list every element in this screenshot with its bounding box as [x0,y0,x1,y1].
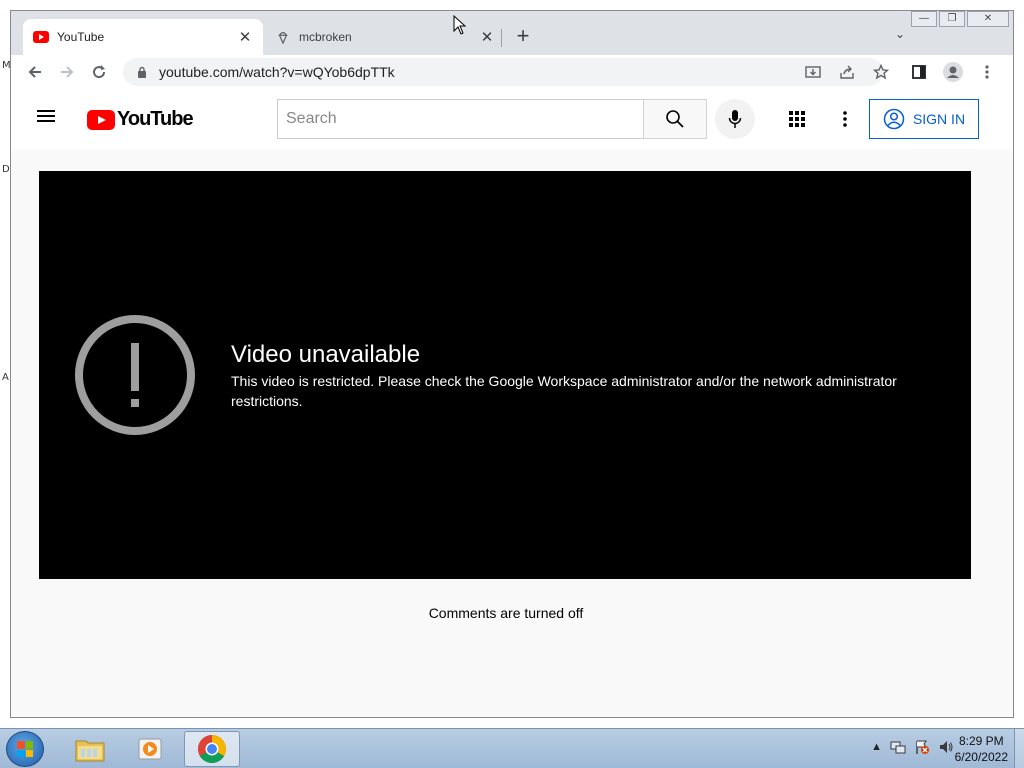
error-title: Video unavailable [231,341,421,368]
tab-youtube[interactable]: YouTube ✕ [23,19,263,55]
microphone-icon [728,110,742,128]
back-arrow-icon [28,66,41,78]
share-icon[interactable] [831,58,863,86]
browser-toolbar: youtube.com/watch?v=wQYob6dpTTk [11,55,1013,89]
tab-close-icon[interactable]: ✕ [237,28,253,46]
tab-mcbroken[interactable]: mcbroken ✕ [265,19,505,55]
folder-icon [75,740,105,762]
url-text: youtube.com/watch?v=wQYob6dpTTk [159,64,395,80]
tab-strip: YouTube ✕ mcbroken ✕ + ⌄ [11,11,1013,55]
system-tray: ▲ [871,739,954,755]
volume-icon[interactable] [938,739,954,755]
clock-date: 6/20/2022 [954,750,1008,764]
profile-avatar-icon[interactable] [937,58,969,86]
search-bar [277,99,707,139]
youtube-wordmark: YouTube [117,108,194,130]
reload-button[interactable] [83,58,115,86]
error-message: This video is restricted. Please check t… [231,373,897,409]
search-input[interactable] [277,99,643,139]
clock-time: 8:29 PM [958,734,1004,748]
youtube-logo[interactable]: YouTube [87,108,194,131]
system-clock[interactable]: 8:29 PM 6/20/2022 [955,733,1008,765]
taskbar-explorer[interactable] [62,731,118,767]
taskbar: ▲ 8:29 PM 6/20/2022 [0,728,1024,768]
show-hidden-icons-icon[interactable]: ▲ [871,741,882,753]
ice-cream-favicon-icon [278,32,288,44]
forward-button[interactable] [51,58,83,86]
taskbar-media-player[interactable] [122,731,178,767]
search-icon [666,110,684,128]
desktop-edge-label: A [2,372,9,383]
tab-search-icon[interactable]: ⌄ [895,27,905,41]
address-bar[interactable]: youtube.com/watch?v=wQYob6dpTTk [123,58,883,86]
back-button[interactable] [19,58,51,86]
media-player-icon [138,738,162,760]
lock-icon [138,66,146,78]
youtube-header: YouTube Search SIGN IN [11,89,1013,149]
windows-logo-icon [17,741,33,757]
side-panel-icon[interactable] [903,58,935,86]
youtube-favicon-icon [33,31,49,43]
tab-separator [501,29,502,47]
start-button[interactable] [6,731,44,767]
account-icon [883,108,905,130]
search-button[interactable] [643,99,707,139]
desktop-edge-label: D [2,164,10,175]
video-player[interactable]: Video unavailable This video is restrict… [39,171,971,579]
tab-title: mcbroken [299,30,352,44]
settings-more-icon[interactable] [829,103,861,135]
toolbar-icons [797,58,1003,86]
tab-title: YouTube [57,30,105,44]
sign-in-button[interactable]: SIGN IN [869,99,979,139]
taskbar-chrome[interactable] [184,731,240,767]
mouse-cursor-icon [453,15,467,35]
voice-search-button[interactable] [715,99,755,139]
browser-window: — ❐ ✕ YouTube ✕ mcbroken ✕ + ⌄ youtube.c… [10,10,1014,718]
error-exclamation-icon [75,315,195,435]
youtube-apps-icon[interactable] [781,103,813,135]
forward-arrow-icon [61,66,74,78]
sign-in-label: SIGN IN [912,111,966,127]
network-icon[interactable] [890,739,906,755]
guide-menu-icon[interactable] [37,107,61,131]
bookmark-star-icon[interactable] [865,58,897,86]
youtube-play-icon [87,109,115,130]
chrome-icon [198,735,226,763]
action-center-flag-icon[interactable] [914,739,930,755]
tab-close-icon[interactable]: ✕ [479,28,495,46]
comments-status: Comments are turned off [428,605,584,621]
browser-menu-icon[interactable] [971,58,1003,86]
install-app-icon[interactable] [797,58,829,86]
new-tab-button[interactable]: + [511,25,535,49]
show-desktop-button[interactable] [1014,729,1024,768]
reload-icon [93,65,106,79]
youtube-page: YouTube Search SIGN IN Video unavailable… [11,89,1013,717]
